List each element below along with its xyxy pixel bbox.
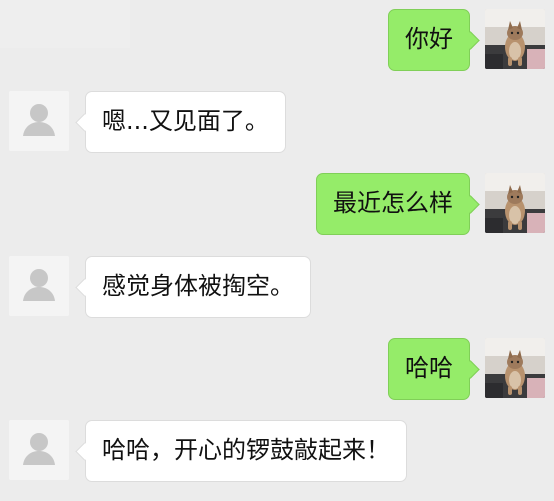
default-user-avatar-icon (9, 256, 69, 316)
message-row-1: 你好 (388, 9, 545, 71)
message-row-2: 嗯...又见面了。 (9, 91, 286, 153)
message-bubble-outgoing[interactable]: 最近怎么样 (316, 173, 470, 235)
contact-avatar[interactable] (9, 256, 69, 316)
message-row-6: 哈哈，开心的锣鼓敲起来！ (9, 420, 407, 482)
self-avatar[interactable] (485, 173, 545, 233)
default-user-avatar-icon (9, 420, 69, 480)
message-bubble-incoming[interactable]: 嗯...又见面了。 (85, 91, 286, 153)
top-background-strip (0, 0, 130, 48)
cat-photo-avatar-icon (485, 173, 545, 233)
message-bubble-outgoing[interactable]: 你好 (388, 9, 470, 71)
message-row-5: 哈哈 (388, 338, 545, 400)
message-bubble-incoming[interactable]: 感觉身体被掏空。 (85, 256, 311, 318)
cat-photo-avatar-icon (485, 9, 545, 69)
message-row-4: 感觉身体被掏空。 (9, 256, 311, 318)
self-avatar[interactable] (485, 9, 545, 69)
message-bubble-incoming[interactable]: 哈哈，开心的锣鼓敲起来！ (85, 420, 407, 482)
contact-avatar[interactable] (9, 91, 69, 151)
self-avatar[interactable] (485, 338, 545, 398)
default-user-avatar-icon (9, 91, 69, 151)
contact-avatar[interactable] (9, 420, 69, 480)
chat-window: 你好 嗯...又见面了。 最近怎么样 感觉身体被掏空。 哈哈 哈哈，开心的锣鼓敲… (0, 0, 554, 501)
message-bubble-outgoing[interactable]: 哈哈 (388, 338, 470, 400)
message-row-3: 最近怎么样 (316, 173, 545, 235)
cat-photo-avatar-icon (485, 338, 545, 398)
